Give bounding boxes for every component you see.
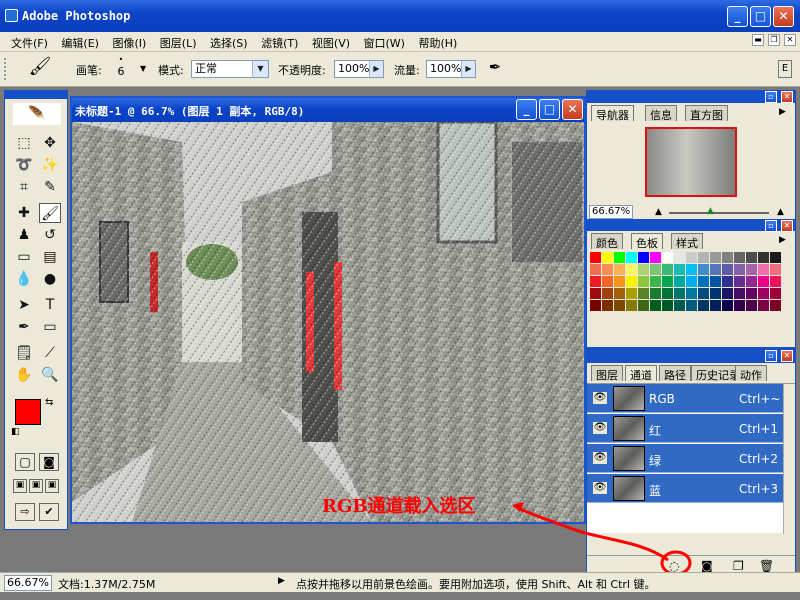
status-hint: 点按并拖移以用前景色绘画。要用附加选项，使用 Shift、Alt 和 Ctrl … [296,578,656,591]
annotation-circle [660,550,692,576]
status-menu-arrow-icon[interactable]: ▶ [278,576,285,586]
status-zoom-field[interactable]: 66.67% [4,575,52,591]
annotation-arrow [512,502,692,576]
doc-info: 文档:1.37M/2.75M [58,578,156,591]
status-bar: 66.67% 文档:1.37M/2.75M ▶ 点按并拖移以用前景色绘画。要用附… [0,572,800,592]
